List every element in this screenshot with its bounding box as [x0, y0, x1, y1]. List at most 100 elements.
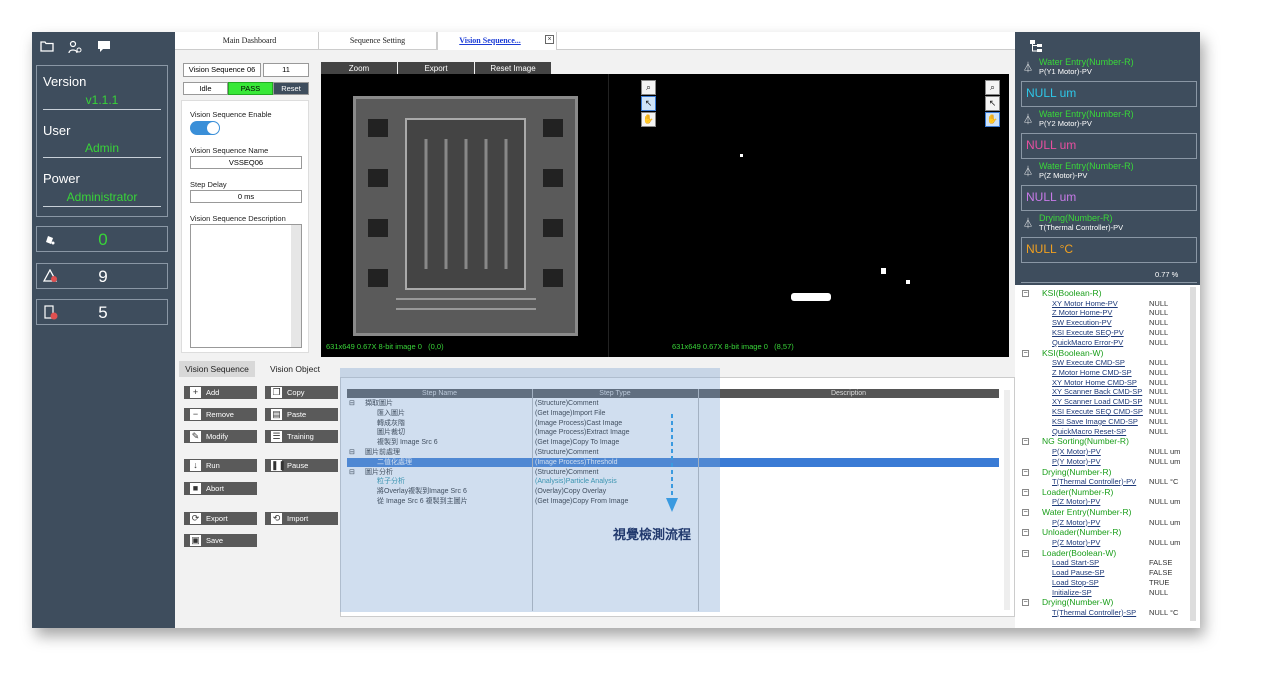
collapse-icon[interactable]: − [1022, 529, 1029, 537]
folder-icon[interactable] [39, 40, 55, 54]
tree-item[interactable]: T(Thermal Controller)-SP [1052, 608, 1136, 617]
tree-item[interactable]: Load Stop-SP [1052, 578, 1099, 587]
tab-vision-sequence[interactable]: Vision Sequence... [437, 32, 557, 50]
tab-vision-object[interactable]: Vision Object [257, 361, 333, 377]
tree-item[interactable]: T(Thermal Controller)-PV [1052, 477, 1136, 486]
sensor-icon: ⏃ [1023, 115, 1033, 126]
tree-group[interactable]: Water Entry(Number-R) [1042, 507, 1131, 517]
tree-item[interactable]: QuickMacro Reset-SP [1052, 427, 1126, 436]
tree-item-value: NULL um [1149, 517, 1181, 527]
tree-group[interactable]: Unloader(Number-R) [1042, 527, 1121, 537]
tree-group[interactable]: KSI(Boolean-R) [1042, 288, 1102, 298]
tree-item-value: NULL [1149, 407, 1169, 416]
hand-icon[interactable]: ✋ [641, 112, 656, 127]
training-button[interactable]: ☰ Training [265, 430, 338, 443]
zoom-icon[interactable]: ⌕ [641, 80, 656, 95]
tree-item[interactable]: XY Scanner Back CMD-SP [1052, 387, 1142, 396]
grid-scrollbar[interactable] [1004, 390, 1010, 610]
left-image-info: 631x649 0.67X 8-bit image 0 (0,0) [326, 342, 444, 351]
tree-item[interactable]: Load Pause-SP [1052, 568, 1105, 577]
reset-button[interactable]: Reset [273, 82, 309, 95]
remove-button[interactable]: − Remove [184, 408, 257, 421]
tree-item[interactable]: P(Z Motor)-PV [1052, 497, 1100, 506]
tab-vision-sequence-sub[interactable]: Vision Sequence [179, 361, 255, 377]
pause-button[interactable]: ❚❚ Pause [265, 459, 338, 472]
tree-item[interactable]: Z Motor Home CMD-SP [1052, 368, 1132, 377]
tree-item[interactable]: KSI Save Image CMD-SP [1052, 417, 1138, 426]
col-description[interactable]: Description [698, 389, 999, 398]
tree-group[interactable]: Loader(Boolean-W) [1042, 548, 1116, 558]
collapse-icon[interactable]: − [1022, 599, 1029, 607]
collapse-icon[interactable]: − [1022, 290, 1029, 297]
monitor-block: ⏃ Drying(Number-R) T(Thermal Controller)-P… [1021, 213, 1197, 265]
tree-item-value: NULL [1149, 298, 1169, 308]
tree-item[interactable]: QuickMacro Error-PV [1052, 338, 1123, 347]
description-textarea[interactable] [190, 224, 302, 348]
hierarchy-icon[interactable] [1029, 39, 1043, 57]
collapse-icon[interactable]: − [1022, 438, 1029, 446]
collapse-icon[interactable]: − [1022, 488, 1029, 496]
tree-item-value: NULL [1149, 327, 1169, 337]
tree-item[interactable]: P(Y Motor)-PV [1052, 457, 1101, 466]
add-button[interactable]: + Add [184, 386, 257, 399]
pointer-icon[interactable]: ↖ [985, 96, 1000, 111]
tree-item[interactable]: Load Start-SP [1052, 558, 1099, 567]
tree-item[interactable]: XY Motor Home-PV [1052, 299, 1118, 308]
warning-counter[interactable]: 9 [36, 263, 168, 289]
collapse-icon[interactable]: − [1022, 468, 1029, 476]
tab-main-dashboard[interactable]: Main Dashboard [181, 32, 319, 50]
tree-item[interactable]: SW Execution-PV [1052, 318, 1112, 327]
chip-image [353, 96, 578, 336]
import-button[interactable]: ⟲ Import [265, 512, 338, 525]
progress-text: 0.77 % [1155, 270, 1179, 279]
save-button[interactable]: ▣ Save [184, 534, 257, 547]
tree-item[interactable]: Z Motor Home-PV [1052, 308, 1112, 317]
collapse-icon[interactable]: − [1022, 349, 1029, 357]
zoom-icon[interactable]: ⌕ [985, 80, 1000, 95]
sensor-icon: ⏃ [1023, 63, 1033, 74]
collapse-icon[interactable]: − [1022, 509, 1029, 517]
main-tabs: Main Dashboard Sequence Setting Vision S… [175, 32, 1015, 50]
tab-close-icon[interactable]: × [545, 35, 554, 44]
tree-group[interactable]: Loader(Number-R) [1042, 487, 1113, 497]
tree-item-value: NULL [1149, 377, 1169, 387]
step-delay-input[interactable]: 0 ms [190, 190, 302, 203]
hand-icon[interactable]: ✋ [985, 112, 1000, 127]
modify-button[interactable]: ✎ Modify [184, 430, 257, 443]
copy-button[interactable]: ❐ Copy [265, 386, 338, 399]
description-scrollbar[interactable] [291, 225, 301, 347]
tree-item-value: NULL [1149, 308, 1169, 318]
error-counter[interactable]: 5 [36, 299, 168, 325]
tree-item-value: FALSE [1149, 558, 1173, 568]
tree-item-value: NULL um [1149, 537, 1181, 547]
export-button[interactable]: ⟳ Export [184, 512, 257, 525]
paste-button[interactable]: ▤ Paste [265, 408, 338, 421]
tree-group[interactable]: NG Sorting(Number-R) [1042, 436, 1129, 446]
tree-item[interactable]: KSI Execute SEQ-PV [1052, 328, 1124, 337]
import-icon: ⟲ [271, 513, 282, 524]
abort-button[interactable]: ■ Abort [184, 482, 257, 495]
image-viewer[interactable]: ⌕ ↖ ✋ ⌕ ↖ ✋ 631x649 0.67X 8-bit image 0 … [321, 74, 1009, 357]
tree-group[interactable]: KSI(Boolean-W) [1042, 348, 1103, 358]
tree-item[interactable]: SW Execute CMD-SP [1052, 358, 1125, 367]
tree-item[interactable]: Initialize-SP [1052, 588, 1092, 597]
run-button[interactable]: ↓ Run [184, 459, 257, 472]
chat-icon[interactable] [96, 40, 112, 54]
tree-group[interactable]: Drying(Number-R) [1042, 467, 1111, 477]
tree-item[interactable]: XY Motor Home CMD-SP [1052, 378, 1137, 387]
tree-scrollbar[interactable] [1190, 287, 1196, 621]
pointer-icon[interactable]: ↖ [641, 96, 656, 111]
collapse-icon[interactable]: − [1022, 549, 1029, 557]
tree-item[interactable]: XY Scanner Load CMD-SP [1052, 397, 1142, 406]
enable-toggle[interactable] [190, 121, 220, 135]
tab-sequence-setting[interactable]: Sequence Setting [319, 32, 437, 50]
tree-item[interactable]: KSI Execute SEQ CMD-SP [1052, 407, 1143, 416]
tree-item[interactable]: P(Z Motor)-PV [1052, 518, 1100, 527]
alarm-counter[interactable]: 0 [36, 226, 168, 252]
tree-item[interactable]: P(Z Motor)-PV [1052, 538, 1100, 547]
seq-name-input[interactable]: VSSEQ06 [190, 156, 302, 169]
tree-item[interactable]: P(X Motor)-PV [1052, 447, 1101, 456]
tree-group[interactable]: Drying(Number-W) [1042, 597, 1113, 607]
io-tree[interactable]: − KSI(Boolean-R) XY Motor Home-PV NULL Z Mot… [1015, 285, 1200, 628]
user-settings-icon[interactable] [67, 40, 83, 54]
